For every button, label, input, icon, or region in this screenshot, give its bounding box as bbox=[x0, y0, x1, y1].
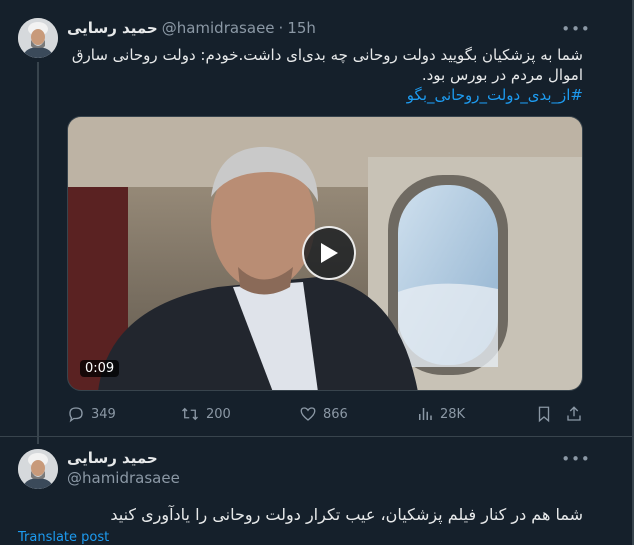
views-icon bbox=[419, 408, 432, 420]
more-options-icon[interactable]: ••• bbox=[561, 19, 590, 39]
more-options-icon[interactable]: ••• bbox=[561, 449, 590, 469]
tweet-text-line-2: اموال مردم در بورس بود. bbox=[421, 66, 583, 84]
tweet-header: حمید رسایی @hamidrasaee · 15h bbox=[67, 17, 316, 39]
hashtag-link[interactable]: #از_بدی_دولت_روحانی_بگو bbox=[67, 85, 583, 105]
like-count: 866 bbox=[323, 406, 348, 422]
divider bbox=[0, 436, 632, 437]
like-icon bbox=[300, 407, 316, 421]
separator-dot: · bbox=[278, 19, 284, 37]
avatar[interactable] bbox=[18, 18, 58, 58]
repost-count: 200 bbox=[206, 406, 231, 422]
repost-button[interactable]: 200 bbox=[180, 402, 231, 426]
reply-header: حمید رسایی bbox=[67, 447, 158, 469]
play-icon bbox=[321, 243, 338, 263]
thread-connector-line bbox=[37, 62, 39, 444]
tweet-text: شما به پزشکیان بگویید دولت روحانی چه بدی… bbox=[67, 45, 583, 105]
bookmark-button[interactable] bbox=[535, 402, 559, 426]
views-button[interactable]: 28K bbox=[416, 402, 465, 426]
author-name[interactable]: حمید رسایی bbox=[67, 19, 158, 37]
tweet-text-line-1: شما به پزشکیان بگویید دولت روحانی چه بدی… bbox=[71, 46, 583, 64]
reply-button[interactable]: 349 bbox=[67, 402, 116, 426]
repost-icon bbox=[182, 407, 198, 421]
video-player[interactable]: 0:09 bbox=[67, 116, 583, 391]
author-handle[interactable]: @hamidrasaee bbox=[162, 19, 275, 37]
reply-icon bbox=[69, 407, 83, 423]
play-button[interactable] bbox=[302, 226, 356, 280]
bookmark-icon bbox=[538, 406, 550, 423]
reply-text: شما هم در کنار فیلم پزشکیان، عیب تکرار د… bbox=[110, 505, 583, 524]
translate-post-link[interactable]: Translate post bbox=[18, 530, 109, 545]
author-handle[interactable]: @hamidrasaee bbox=[67, 469, 180, 487]
avatar[interactable] bbox=[18, 449, 58, 489]
video-duration: 0:09 bbox=[80, 360, 120, 377]
share-icon bbox=[567, 406, 581, 421]
author-name[interactable]: حمید رسایی bbox=[67, 449, 158, 467]
view-count: 28K bbox=[440, 406, 466, 422]
like-button[interactable]: 866 bbox=[299, 402, 348, 426]
tweet-actions: 349 200 866 28K bbox=[67, 402, 589, 426]
post-time[interactable]: 15h bbox=[287, 19, 316, 37]
share-button[interactable] bbox=[565, 402, 589, 426]
reply-count: 349 bbox=[91, 406, 116, 422]
